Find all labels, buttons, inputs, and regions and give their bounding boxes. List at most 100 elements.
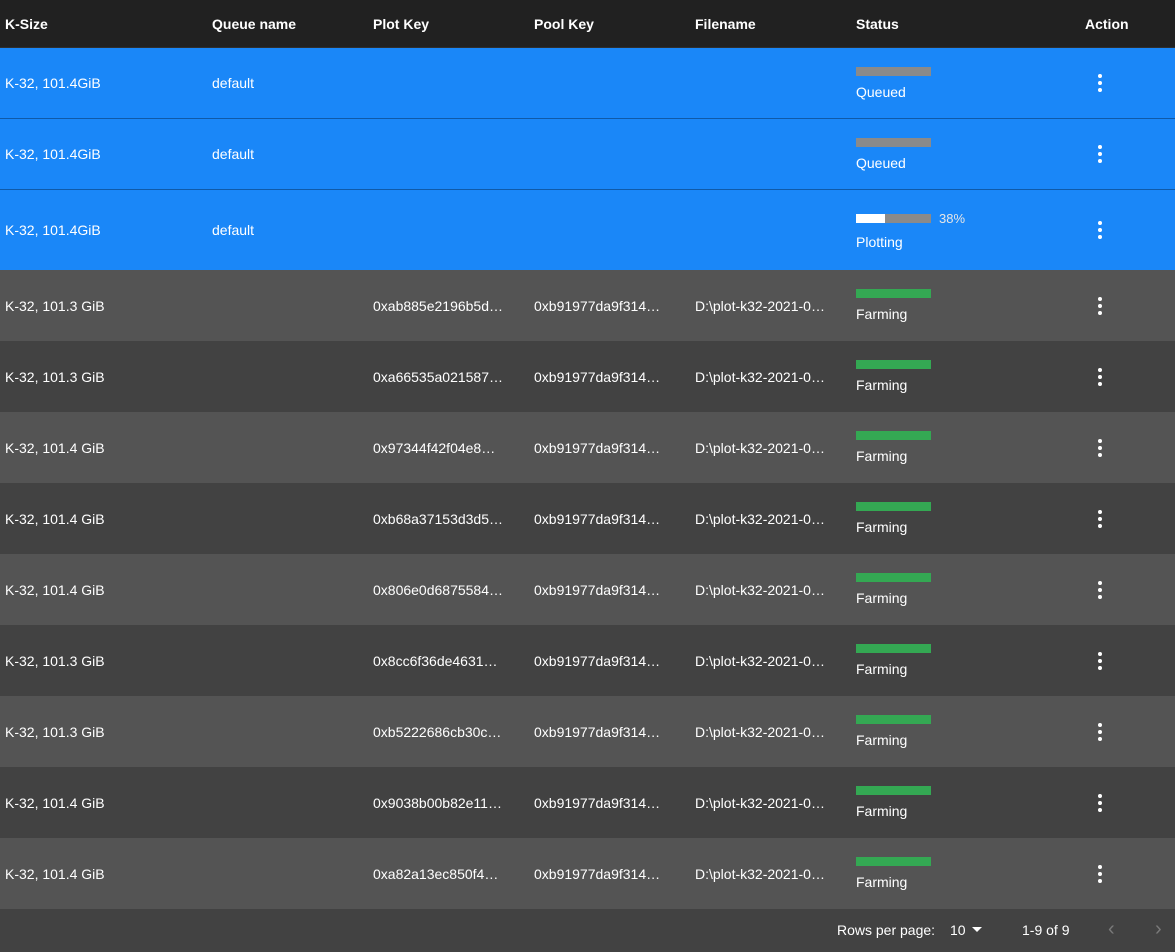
plots-table: K-Size Queue name Plot Key Pool Key File… [0, 0, 1175, 950]
more-vert-icon[interactable] [1090, 294, 1110, 318]
cell-filename: D:\plot-k32-2021-0… [695, 581, 825, 598]
cell-status: Farming [856, 431, 1056, 464]
cell-filename: D:\plot-k32-2021-0… [695, 510, 825, 527]
cell-queue-name: default [212, 75, 255, 91]
chevron-left-icon[interactable]: ‹ [1108, 918, 1115, 941]
cell-filename: D:\plot-k32-2021-0… [695, 723, 825, 740]
cell-filename: D:\plot-k32-2021-0… [695, 368, 825, 385]
progress-bar-fill [856, 213, 885, 223]
header-status[interactable]: Status [856, 16, 1056, 32]
cell-status: Farming [856, 786, 1056, 819]
farming-bar [856, 715, 931, 724]
more-vert-icon[interactable] [1090, 142, 1110, 166]
cell-plot-key: 0xa66535a021587… [373, 368, 503, 385]
more-vert-icon[interactable] [1090, 436, 1110, 460]
status-label: Farming [856, 874, 908, 890]
farming-bar [856, 431, 931, 440]
table-header: K-Size Queue name Plot Key Pool Key File… [0, 0, 1175, 48]
cell-filename: D:\plot-k32-2021-0… [695, 439, 825, 456]
status-label: Farming [856, 448, 908, 464]
cell-queue-name: default [212, 222, 255, 238]
cell-status: Queued [856, 66, 1056, 100]
caret-down-icon [971, 927, 982, 932]
cell-ksize: K-32, 101.4 GiB [5, 581, 105, 598]
table-row[interactable]: K-32, 101.4 GiB 0x9038b00b82e11… 0xb91977d… [0, 767, 1175, 838]
cell-ksize: K-32, 101.3 GiB [5, 297, 105, 314]
table-pagination: Rows per page: 10 1-9 of 9 ‹ › [0, 909, 1175, 950]
table-row[interactable]: K-32, 101.3 GiB 0xb5222686cb30c… 0xb91977d… [0, 696, 1175, 767]
header-plot-key[interactable]: Plot Key [373, 16, 503, 32]
cell-status: Farming [856, 644, 1056, 677]
cell-status: Farming [856, 573, 1056, 606]
cell-filename: D:\plot-k32-2021-0… [695, 865, 825, 882]
cell-pool-key: 0xb91977da9f314… [534, 439, 661, 456]
table-row[interactable]: K-32, 101.4GiB default Queued [0, 119, 1175, 190]
more-vert-icon[interactable] [1090, 218, 1110, 242]
progress-bar [856, 66, 931, 76]
more-vert-icon[interactable] [1090, 862, 1110, 886]
header-filename[interactable]: Filename [695, 16, 825, 32]
table-row[interactable]: K-32, 101.4GiB default Queued [0, 48, 1175, 119]
more-vert-icon[interactable] [1090, 507, 1110, 531]
cell-status: Farming [856, 289, 1056, 322]
cell-pool-key: 0xb91977da9f314… [534, 510, 661, 527]
cell-plot-key: 0xab885e2196b5d… [373, 297, 503, 314]
cell-status: 38% Plotting [856, 211, 1056, 250]
table-row[interactable]: K-32, 101.4 GiB 0x806e0d6875584… 0xb91977d… [0, 554, 1175, 625]
cell-plot-key: 0x8cc6f36de4631… [373, 652, 498, 669]
cell-filename: D:\plot-k32-2021-0… [695, 652, 825, 669]
cell-status: Queued [856, 137, 1056, 171]
more-vert-icon[interactable] [1090, 720, 1110, 744]
status-label: Farming [856, 732, 908, 748]
cell-plot-key: 0x806e0d6875584… [373, 581, 503, 598]
cell-ksize: K-32, 101.4 GiB [5, 510, 105, 527]
more-vert-icon[interactable] [1090, 791, 1110, 815]
table-row[interactable]: K-32, 101.4 GiB 0x97344f42f04e8… 0xb91977d… [0, 412, 1175, 483]
status-label: Farming [856, 519, 908, 535]
farming-bar [856, 857, 931, 866]
header-action: Action [1085, 15, 1129, 32]
rows-per-page-label: Rows per page: [837, 921, 936, 938]
cell-plot-key: 0xa82a13ec850f4… [373, 865, 499, 882]
pagination-range: 1-9 of 9 [1022, 921, 1070, 938]
more-vert-icon[interactable] [1090, 365, 1110, 389]
cell-status: Farming [856, 502, 1056, 535]
table-row[interactable]: K-32, 101.4 GiB 0xb68a37153d3d5… 0xb91977d… [0, 483, 1175, 554]
progress-percent: 38% [939, 210, 966, 226]
cell-pool-key: 0xb91977da9f314… [534, 794, 661, 811]
table-row[interactable]: K-32, 101.3 GiB 0xa66535a021587… 0xb91977d… [0, 341, 1175, 412]
cell-status: Farming [856, 360, 1056, 393]
cell-pool-key: 0xb91977da9f314… [534, 865, 661, 882]
cell-ksize: K-32, 101.4GiB [5, 222, 101, 238]
farming-bar [856, 289, 931, 298]
more-vert-icon[interactable] [1090, 649, 1110, 673]
status-label: Queued [856, 154, 906, 171]
table-row[interactable]: K-32, 101.4GiB default 38% Plotting [0, 190, 1175, 270]
rows-per-page-select[interactable]: 10 [950, 922, 982, 938]
status-label: Farming [856, 590, 908, 606]
farming-bar [856, 786, 931, 795]
more-vert-icon[interactable] [1090, 71, 1110, 95]
table-row[interactable]: K-32, 101.3 GiB 0xab885e2196b5d… 0xb91977d… [0, 270, 1175, 341]
table-row[interactable]: K-32, 101.4 GiB 0xa82a13ec850f4… 0xb91977d… [0, 838, 1175, 909]
farming-bar [856, 502, 931, 511]
header-queue-name[interactable]: Queue name [212, 16, 362, 32]
status-label: Queued [856, 83, 906, 100]
cell-pool-key: 0xb91977da9f314… [534, 723, 661, 740]
cell-ksize: K-32, 101.4 GiB [5, 865, 105, 882]
cell-plot-key: 0x9038b00b82e11… [373, 794, 502, 811]
header-pool-key[interactable]: Pool Key [534, 16, 662, 32]
cell-ksize: K-32, 101.4 GiB [5, 794, 105, 811]
cell-ksize: K-32, 101.3 GiB [5, 723, 105, 740]
more-vert-icon[interactable] [1090, 578, 1110, 602]
rows-per-page-value: 10 [950, 921, 966, 938]
chevron-right-icon[interactable]: › [1155, 918, 1162, 941]
cell-filename: D:\plot-k32-2021-0… [695, 297, 825, 314]
cell-ksize: K-32, 101.4GiB [5, 75, 101, 91]
cell-pool-key: 0xb91977da9f314… [534, 297, 661, 314]
cell-ksize: K-32, 101.3 GiB [5, 652, 105, 669]
cell-pool-key: 0xb91977da9f314… [534, 652, 661, 669]
header-ksize[interactable]: K-Size [5, 16, 205, 32]
progress-bar [856, 137, 931, 147]
table-row[interactable]: K-32, 101.3 GiB 0x8cc6f36de4631… 0xb91977d… [0, 625, 1175, 696]
